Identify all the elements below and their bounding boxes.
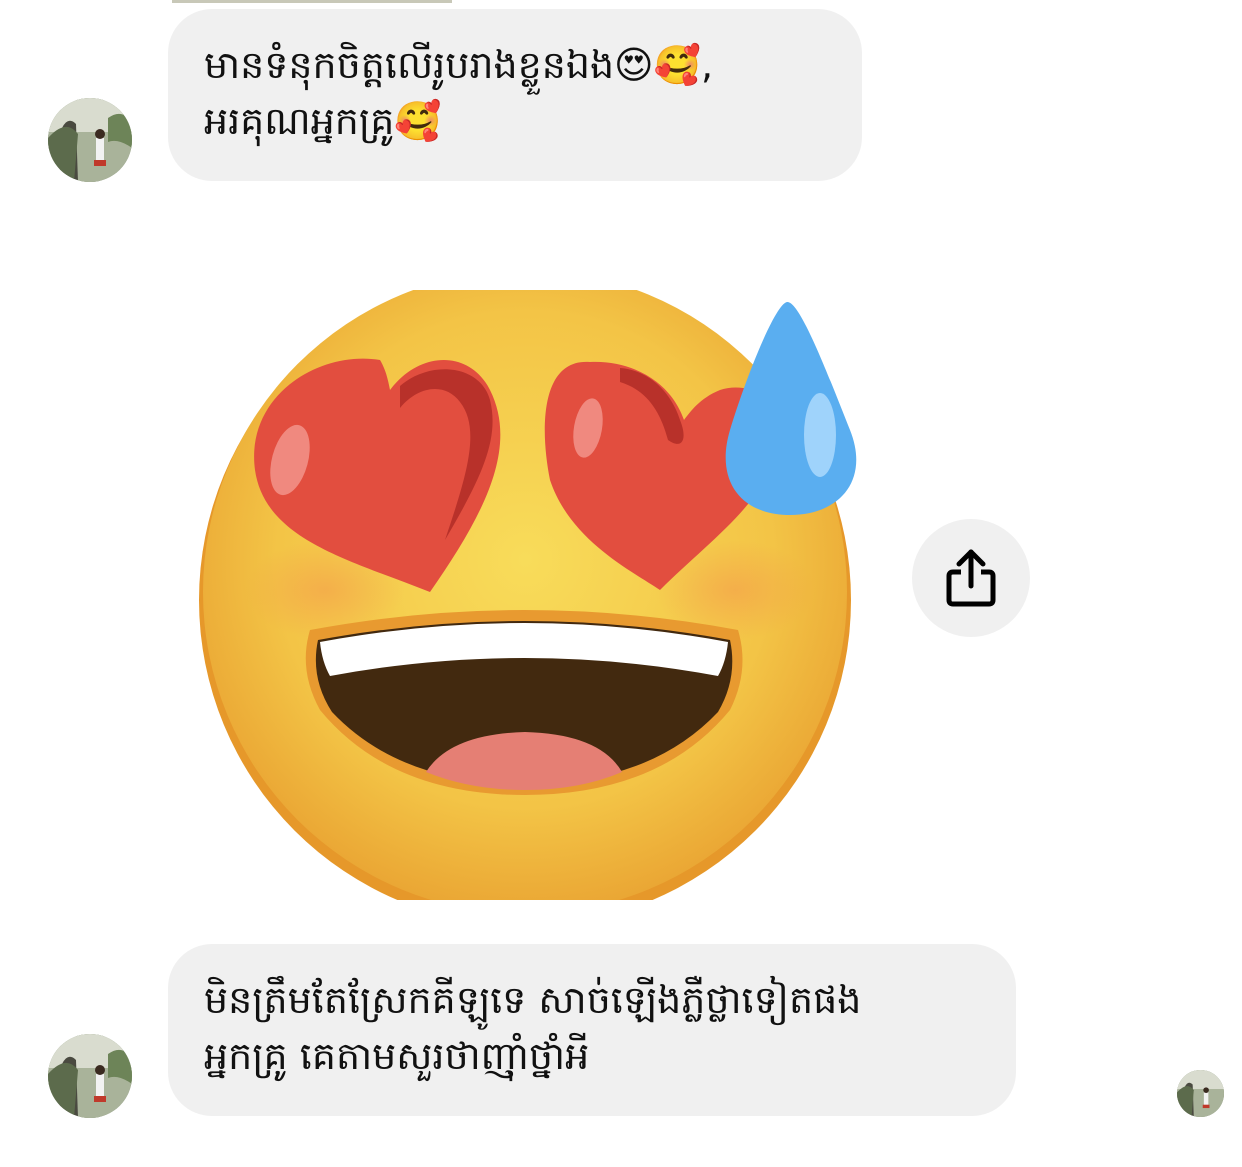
heart-eyes-sweat-drop-sticker[interactable] (190, 270, 870, 926)
avatar-photo-icon (1177, 1070, 1224, 1117)
previous-message-edge (172, 0, 452, 3)
heart-eyes-sweat-drop-emoji-icon (199, 270, 857, 926)
share-icon (946, 549, 996, 607)
message-text-line: មានទំនុកចិត្តលើរូបរាងខ្លួនឯង😍🥰, (204, 43, 714, 87)
message-bubble[interactable]: មានទំនុកចិត្តលើរូបរាងខ្លួនឯង😍🥰, អរគុណអ្ន… (168, 9, 862, 181)
message-text-line: មិនត្រឹមតែស្រែកគីឡូទេ សាច់ឡើងភ្លឺថ្លាទៀត… (204, 978, 862, 1022)
avatar-photo-icon (48, 98, 132, 182)
avatar[interactable] (48, 98, 132, 182)
avatar-photo-icon (48, 1034, 132, 1118)
share-button[interactable] (912, 519, 1030, 637)
read-receipt-avatar (1177, 1070, 1224, 1117)
message-text-line: អរគុណអ្នកគ្រូ🥰 (204, 99, 442, 143)
avatar[interactable] (48, 1034, 132, 1118)
message-bubble[interactable]: មិនត្រឹមតែស្រែកគីឡូទេ សាច់ឡើងភ្លឺថ្លាទៀត… (168, 944, 1016, 1116)
message-text-line: អ្នកគ្រូ គេតាមសួរថាញ៉ាំថ្នាំអី (204, 1034, 590, 1078)
